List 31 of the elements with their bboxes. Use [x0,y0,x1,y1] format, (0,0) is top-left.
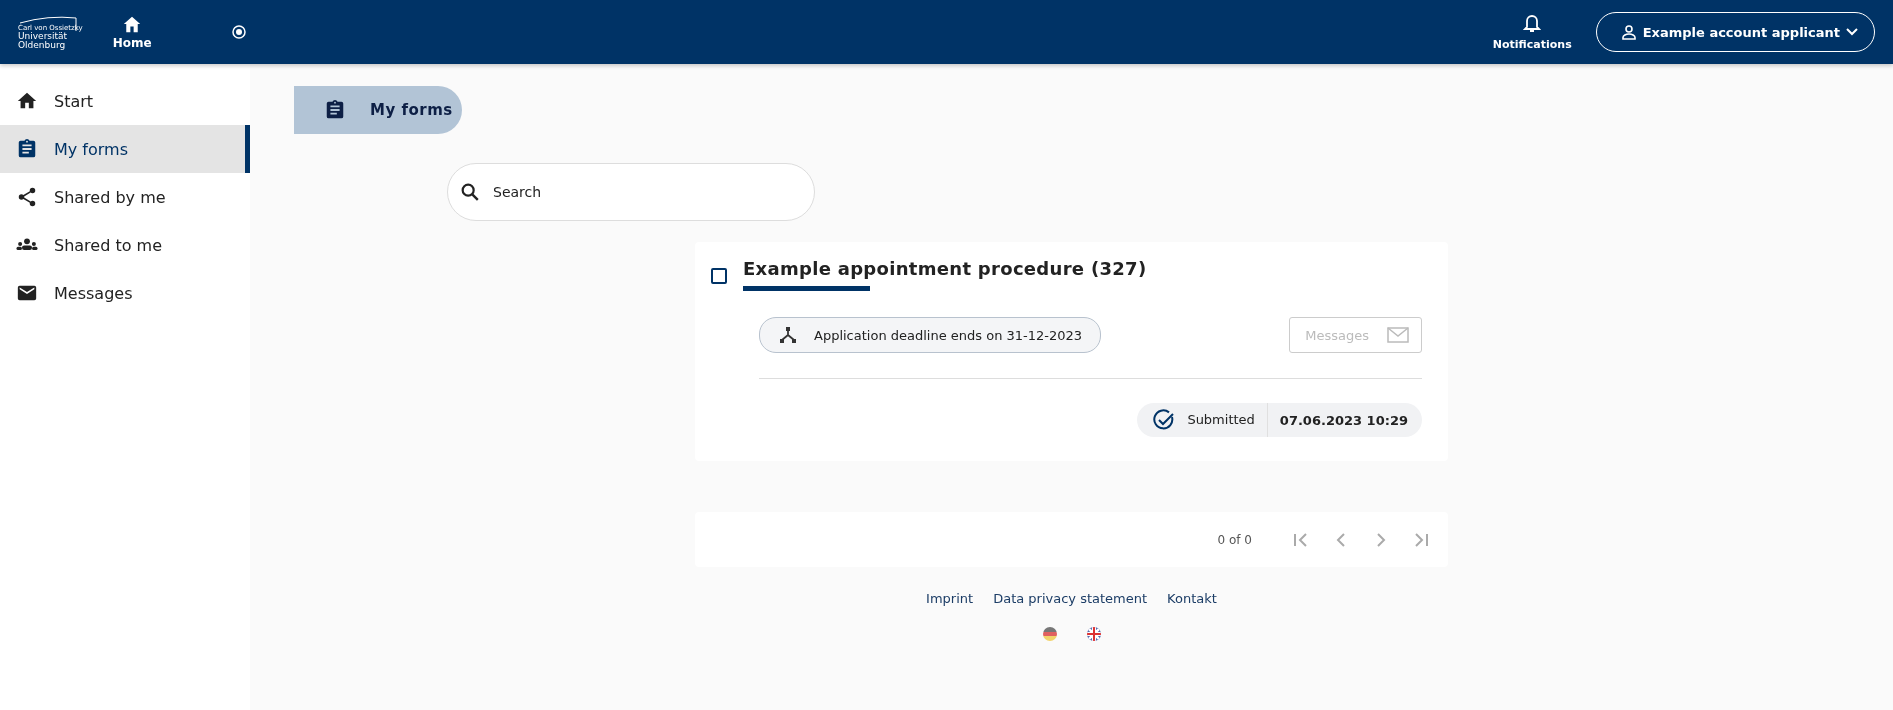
status-chip: Submitted 07.06.2023 10:29 [1137,403,1422,437]
envelope-icon [1387,327,1409,343]
last-page-icon[interactable] [1412,530,1430,549]
british-flag-icon[interactable] [1085,626,1102,642]
search-field[interactable]: Search [447,163,815,221]
footer-link[interactable]: Imprint [926,591,974,606]
notifications-button[interactable]: Notifications [1486,12,1578,52]
page-range: 0 of 0 [1217,532,1252,547]
sidebar-item[interactable]: My forms [0,125,250,173]
chevron-down-icon [1846,28,1858,36]
sidebar-item[interactable]: Start [0,77,250,125]
bell-icon [1523,13,1542,34]
person-icon [1620,24,1637,40]
sidebar-item[interactable]: Shared by me [0,173,250,221]
search-icon [459,181,481,203]
deadline-chip: Application deadline ends on 31-12-2023 [759,317,1102,353]
footer-link[interactable]: Data privacy statement [993,591,1148,606]
german-flag-icon[interactable] [1041,626,1058,642]
sidebar-item[interactable]: Shared to me [0,221,250,269]
form-title: Example appointment procedure (327) [743,258,1147,279]
branch-icon [778,325,798,345]
check-circle-icon [1153,409,1176,431]
footer-link[interactable]: Kontakt [1167,591,1217,606]
checkbox[interactable] [711,268,727,284]
home-button[interactable]: Home [112,14,152,50]
share-icon [16,186,38,208]
clipboard-icon [16,138,38,160]
sidebar-item[interactable]: Messages [0,269,250,317]
home-icon [122,14,143,33]
target-icon[interactable] [231,25,246,39]
first-page-icon[interactable] [1292,530,1310,549]
